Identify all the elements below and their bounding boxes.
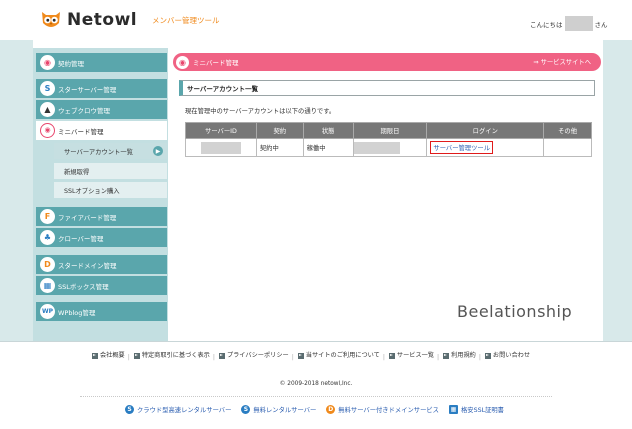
column-header: 期限日 <box>352 122 428 139</box>
server-id-cell <box>185 138 257 157</box>
star-server-icon: S <box>40 81 55 96</box>
webcrow-icon: ▲ <box>40 102 55 117</box>
login-cell: サーバー管理ツール <box>426 138 545 157</box>
star-domain-icon: D <box>40 257 55 272</box>
account-table: サーバーID 契約 状態 期限日 ログイン その他 契約中 稼働中 サーバー管理… <box>185 122 592 157</box>
sidebar-item-label: ミニバード管理 <box>58 127 104 136</box>
table-header-row: サーバーID 契約 状態 期限日 ログイン その他 <box>185 122 592 139</box>
footer-links: 会社概要 | 特定商取引に基づく表示 | プライバシーポリシー | 当サイトのご利用に… <box>92 351 552 362</box>
footer-link-contact[interactable]: お問い合わせ <box>484 351 530 360</box>
brand-text: Beelationship <box>457 302 573 321</box>
service-link-cloud-server[interactable]: S クラウド型高速レンタルサーバー <box>125 405 231 414</box>
ssl-box-icon: ▦ <box>40 278 55 293</box>
arrow-right-icon <box>297 352 304 359</box>
contract-icon: ◉ <box>40 55 55 70</box>
footer-link-services[interactable]: サービス一覧 <box>388 351 434 360</box>
expiry-cell <box>352 138 428 157</box>
star-domain-icon: D <box>326 405 336 414</box>
copyright: © 2009-2018 netowl,Inc. <box>279 381 353 387</box>
section-title: サーバーアカウント一覧 <box>187 85 259 93</box>
footer-dotted-divider <box>80 396 552 397</box>
sidebar-item-label: SSLボックス管理 <box>58 282 109 291</box>
sidebar-subitem-label: 新規取得 <box>64 168 90 176</box>
sidebar-item-clover[interactable]: ♣ クローバー管理 <box>36 228 167 247</box>
ssl-box-icon: ▦ <box>448 405 458 414</box>
sidebar-item-ssl-box[interactable]: ▦ SSLボックス管理 <box>36 276 167 295</box>
owl-logo-icon <box>40 9 62 31</box>
header-subtitle: メンバー管理ツール <box>152 16 220 25</box>
sidebar-subitem-account-list[interactable]: サーバーアカウント一覧 ▶ <box>54 143 167 159</box>
footer-link-company[interactable]: 会社概要 <box>92 351 125 360</box>
sidebar-item-webcrow[interactable]: ▲ ウェブクロウ管理 <box>36 100 167 119</box>
sidebar-item-minibird[interactable]: ◉ ミニバード管理 <box>36 121 167 140</box>
wpblog-icon: WP <box>40 304 55 319</box>
server-admin-tool-link[interactable]: サーバー管理ツール <box>430 141 493 154</box>
header: Netowl メンバー管理ツール こんにちは さん <box>0 0 632 40</box>
column-header: ログイン <box>426 122 545 139</box>
service-links: S クラウド型高速レンタルサーバー S 無料レンタルサーバー D 無料サーバー付… <box>125 405 514 414</box>
expiry-mask <box>353 141 400 154</box>
sidebar-subitem-label: SSLオプション購入 <box>64 187 120 195</box>
status-cell: 稼働中 <box>302 138 354 157</box>
star-server-icon: S <box>125 405 134 414</box>
intro-text: 現在管理中のサーバーアカウントは以下の通りです。 <box>185 108 336 115</box>
star-server-icon: S <box>241 405 251 414</box>
column-header: サーバーID <box>185 122 257 139</box>
sidebar-item-label: スタードメイン管理 <box>58 261 117 270</box>
sidebar-item-contract[interactable]: ◉ 契約管理 <box>36 53 167 72</box>
sidebar-item-wpblog[interactable]: WP WPblog管理 <box>36 302 167 321</box>
page-title-bar: ◉ ミニバード管理 ⇒ サービスサイトへ <box>173 53 601 71</box>
service-link-free-server[interactable]: S 無料レンタルサーバー <box>241 405 316 414</box>
minibird-icon: ◉ <box>40 123 55 138</box>
sidebar-item-label: WPblog管理 <box>58 308 96 317</box>
sidebar-item-label: ファイアバード管理 <box>58 213 117 222</box>
sidebar-item-label: クローバー管理 <box>58 234 104 243</box>
section-heading: サーバーアカウント一覧 <box>179 80 595 96</box>
contract-cell: 契約中 <box>255 138 304 157</box>
footer-link-privacy[interactable]: プライバシーポリシー <box>218 351 289 360</box>
column-header: 状態 <box>302 122 354 139</box>
chevron-right-icon: ▶ <box>153 146 163 156</box>
sidebar-item-star-server[interactable]: S スターサーバー管理 <box>36 79 167 98</box>
arrow-right-icon <box>218 352 225 359</box>
table-row: 契約中 稼働中 サーバー管理ツール <box>185 138 592 157</box>
sidebar-subitem-label: サーバーアカウント一覧 <box>64 148 133 156</box>
arrow-right-icon <box>92 352 98 359</box>
server-id-mask <box>200 141 241 154</box>
service-site-link[interactable]: ⇒ サービスサイトへ <box>533 57 591 66</box>
arrow-right-icon <box>443 352 450 359</box>
sidebar-item-star-domain[interactable]: D スタードメイン管理 <box>36 255 167 274</box>
sidebar-item-label: 契約管理 <box>58 59 84 68</box>
service-link-domain[interactable]: D 無料サーバー付きドメインサービス <box>326 405 439 414</box>
clover-icon: ♣ <box>40 230 55 245</box>
arrow-right-icon <box>388 352 395 359</box>
column-header: その他 <box>543 122 592 139</box>
firebird-icon: F <box>40 209 55 224</box>
greeting-suffix: さん <box>594 20 608 29</box>
arrow-right-icon <box>484 352 491 359</box>
logo-text: Netowl <box>67 10 138 30</box>
page-title: ミニバード管理 <box>193 59 239 67</box>
sidebar-item-firebird[interactable]: F ファイアバード管理 <box>36 207 167 226</box>
sidebar-item-label: ウェブクロウ管理 <box>58 106 110 115</box>
footer-divider <box>0 341 632 342</box>
footer-link-tokutei[interactable]: 特定商取引に基づく表示 <box>133 351 210 360</box>
other-cell <box>543 138 592 157</box>
arrow-right-icon <box>133 352 140 359</box>
sidebar-item-label: スターサーバー管理 <box>58 85 117 94</box>
footer-link-terms[interactable]: 利用規約 <box>443 351 476 360</box>
minibird-icon: ◉ <box>176 55 189 69</box>
column-header: 契約 <box>255 122 304 139</box>
footer-link-site-usage[interactable]: 当サイトのご利用について <box>297 351 380 360</box>
service-link-ssl[interactable]: ▦ 格安SSL証明書 <box>448 405 504 414</box>
logo[interactable]: Netowl <box>40 9 137 31</box>
sidebar-subitem-ssl-option[interactable]: SSLオプション購入 <box>54 182 167 198</box>
greeting-prefix: こんにちは <box>530 20 563 29</box>
username-mask <box>564 16 593 31</box>
sidebar-subitem-new[interactable]: 新規取得 <box>54 163 167 179</box>
greeting: こんにちは さん <box>530 16 608 31</box>
